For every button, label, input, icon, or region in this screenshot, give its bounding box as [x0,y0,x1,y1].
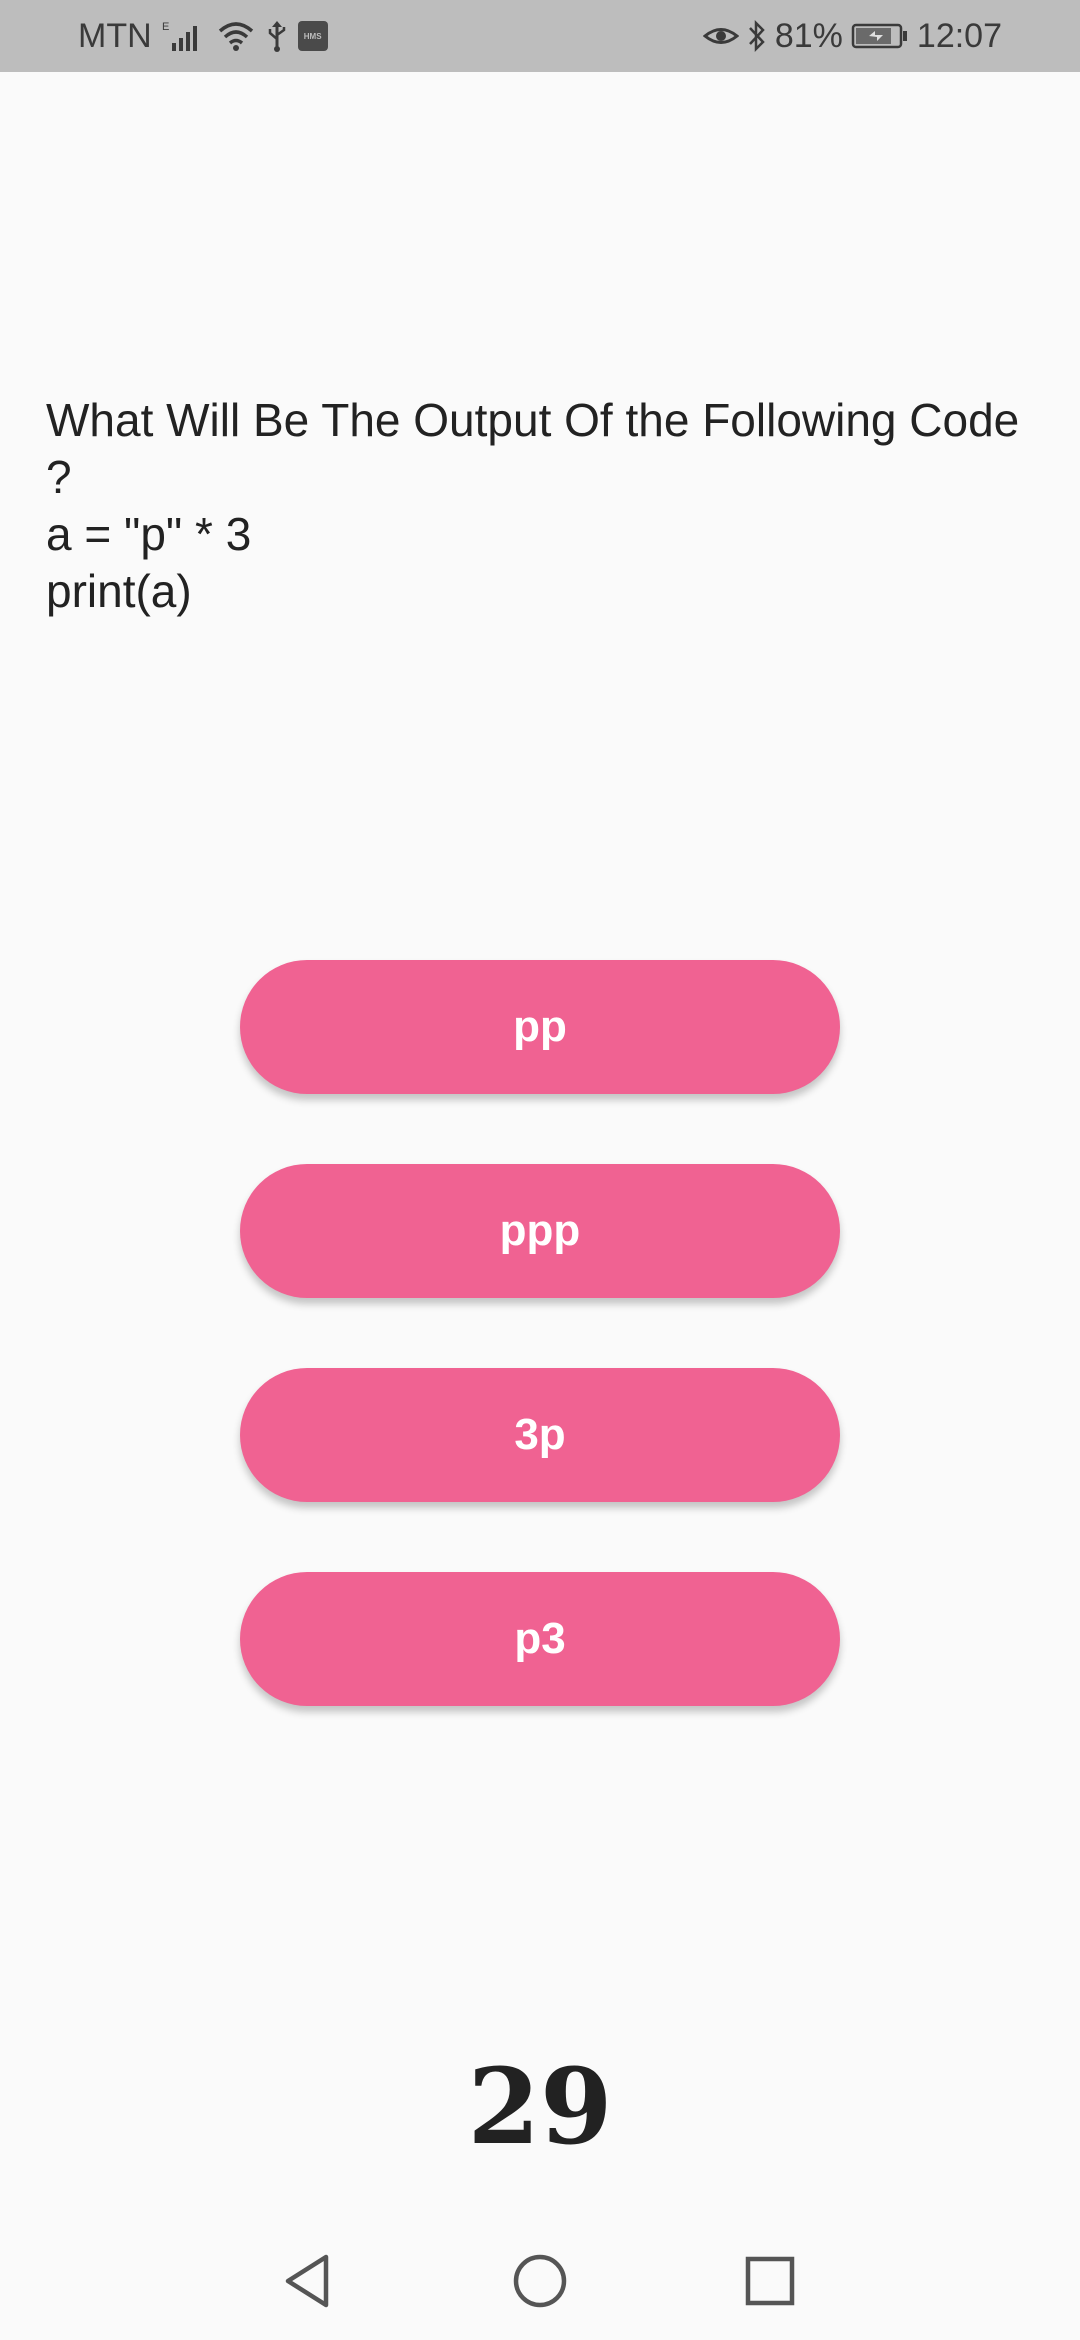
status-bar-right: 81% 12:07 [702,0,1002,72]
home-icon[interactable] [505,2246,575,2316]
answer-button-4[interactable]: p3 [240,1572,840,1706]
question-counter: 29 [467,2045,613,2168]
answer-button-1[interactable]: pp [240,960,840,1094]
wifi-icon [216,19,256,53]
usb-icon [266,19,288,53]
status-bar-left: MTN E HMS [78,0,328,72]
navigation-bar [0,2220,1080,2340]
eye-comfort-icon [702,19,739,53]
status-bar: MTN E HMS 81% 12:07 [0,0,1080,72]
bluetooth-icon [747,19,767,53]
answer-button-2[interactable]: ppp [240,1164,840,1298]
back-icon[interactable] [273,2246,343,2316]
answer-list: pp ppp 3p p3 [240,960,840,1776]
answer-button-3[interactable]: 3p [240,1368,840,1502]
clock: 12:07 [916,16,1002,55]
battery-icon [851,19,909,53]
hms-icon: HMS [297,21,328,51]
network-type-label: E [162,21,169,33]
recents-icon[interactable] [735,2246,805,2316]
battery-percent: 81% [774,16,843,55]
question-text: What Will Be The Output Of the Following… [46,394,1020,617]
signal-icon: E [162,19,206,53]
carrier-label: MTN [78,16,152,55]
